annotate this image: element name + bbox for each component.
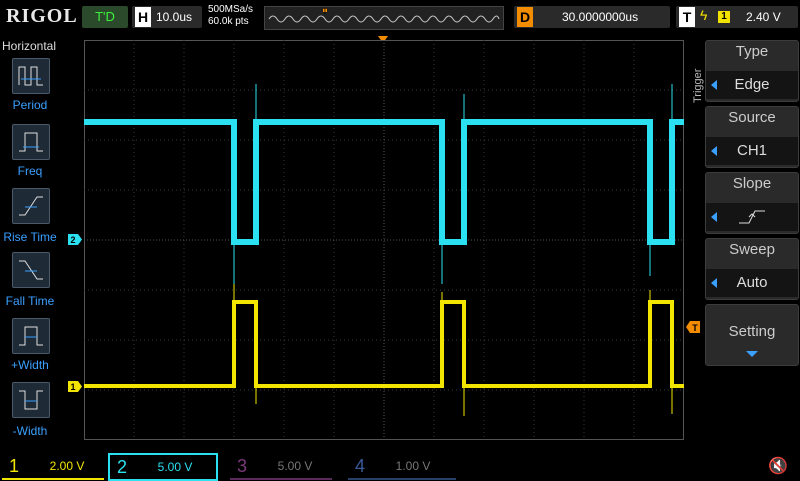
trigger-source-value[interactable]: CH1	[706, 137, 798, 165]
ch1-number: 1	[8, 456, 19, 476]
freq-icon[interactable]	[12, 124, 50, 160]
trigger-menu-title: Trigger	[692, 68, 704, 103]
trigger-sweep-arrow-icon	[711, 278, 717, 288]
trigger-letter: T	[679, 7, 695, 27]
delay-letter: D	[517, 7, 533, 27]
ch1-marker-label: 1	[70, 382, 75, 392]
ch1-offset-marker[interactable]: 1	[68, 381, 82, 392]
trigger-type-arrow-icon	[711, 80, 717, 90]
trigger-slope-value[interactable]	[706, 203, 798, 231]
period-label[interactable]: Period	[0, 98, 60, 112]
trigger-slope-arrow-icon	[711, 212, 717, 222]
trigger-channel-badge: 1	[718, 11, 730, 23]
trigger-status-box[interactable]: T ϟ 1 2.40 V	[676, 6, 798, 28]
timebase-value: 10.0us	[156, 10, 193, 24]
trigger-source-label: Source	[728, 109, 776, 126]
trigger-slope-menu[interactable]: Slope	[705, 172, 799, 234]
ch2-number: 2	[116, 457, 127, 477]
trigger-type-label: Type	[735, 43, 769, 60]
period-icon[interactable]	[12, 58, 50, 94]
trigger-setting-menu[interactable]: Setting	[705, 304, 799, 366]
horizontal-measure-panel: Horizontal Period Freq Rise Time Fall Ti…	[0, 36, 60, 444]
ch2-marker-label: 2	[70, 235, 75, 245]
channel-status-bar: 1 2.00 V 2 5.00 V 3 5.00 V 4 1.00 V	[0, 452, 800, 481]
negative-width-icon[interactable]	[12, 382, 50, 418]
horizontal-panel-title: Horizontal	[2, 39, 57, 53]
trigger-source-arrow-icon	[711, 146, 717, 156]
timebase-box[interactable]: H 10.0us	[132, 6, 202, 28]
ch3-scale: 5.00 V	[277, 459, 313, 473]
svg-text:Trigger: Trigger	[692, 68, 704, 103]
delay-box[interactable]: D 30.0000000us	[514, 6, 670, 28]
rising-edge-icon: ϟ	[700, 7, 708, 23]
rising-slope-icon	[739, 210, 765, 224]
positive-width-label[interactable]: +Width	[0, 358, 60, 372]
fall-time-label[interactable]: Fall Time	[0, 294, 60, 308]
trigger-level-value: 2.40 V	[746, 10, 781, 24]
memory-overview-strip: T	[264, 6, 504, 30]
trigger-slope-label: Slope	[732, 175, 772, 192]
run-state-badge[interactable]: T'D	[82, 6, 128, 28]
trigger-sweep-value[interactable]: Auto	[706, 269, 798, 297]
ch1-status[interactable]: 1 2.00 V	[2, 454, 104, 480]
horizontal-letter: H	[135, 7, 151, 27]
ch2-status[interactable]: 2 5.00 V	[108, 453, 218, 481]
ch4-scale: 1.00 V	[395, 459, 431, 473]
ch3-status[interactable]: 3 5.00 V	[230, 454, 332, 480]
brand-logo: RIGOL	[6, 5, 78, 27]
negative-width-label[interactable]: -Width	[0, 424, 60, 438]
trigger-level-marker-label: T	[692, 323, 698, 333]
top-status-bar: RIGOL T'D H 10.0us 500MSa/s 60.0k pts T …	[0, 0, 800, 34]
memory-trigger-marker: T	[323, 7, 328, 16]
trigger-type-menu[interactable]: Type Edge	[705, 40, 799, 102]
rise-time-label[interactable]: Rise Time	[0, 230, 60, 244]
trigger-sweep-label: Sweep	[729, 241, 775, 258]
waveform-display[interactable]	[84, 40, 684, 440]
ch3-number: 3	[236, 456, 247, 476]
trigger-setting-label: Setting	[728, 323, 776, 340]
memory-depth: 60.0k pts	[208, 16, 249, 27]
chevron-down-icon	[746, 351, 758, 357]
delay-value: 30.0000000us	[562, 10, 639, 24]
ch1-scale: 2.00 V	[49, 459, 85, 473]
freq-label[interactable]: Freq	[0, 164, 60, 178]
trigger-type-value[interactable]: Edge	[706, 71, 798, 99]
trigger-source-menu[interactable]: Source CH1	[705, 106, 799, 168]
sample-rate: 500MSa/s	[208, 4, 254, 15]
speaker-mute-icon[interactable]: 🔇	[768, 456, 788, 476]
ch4-number: 4	[354, 456, 365, 476]
trigger-sweep-menu[interactable]: Sweep Auto	[705, 238, 799, 300]
fall-time-icon[interactable]	[12, 252, 50, 288]
positive-width-icon[interactable]	[12, 318, 50, 354]
ch2-offset-marker[interactable]: 2	[68, 234, 82, 245]
ch4-status[interactable]: 4 1.00 V	[348, 454, 456, 480]
rise-time-icon[interactable]	[12, 188, 50, 224]
ch2-scale: 5.00 V	[157, 460, 193, 474]
trigger-level-marker[interactable]: T	[686, 321, 700, 333]
memory-waveform-icon: T	[268, 7, 500, 23]
